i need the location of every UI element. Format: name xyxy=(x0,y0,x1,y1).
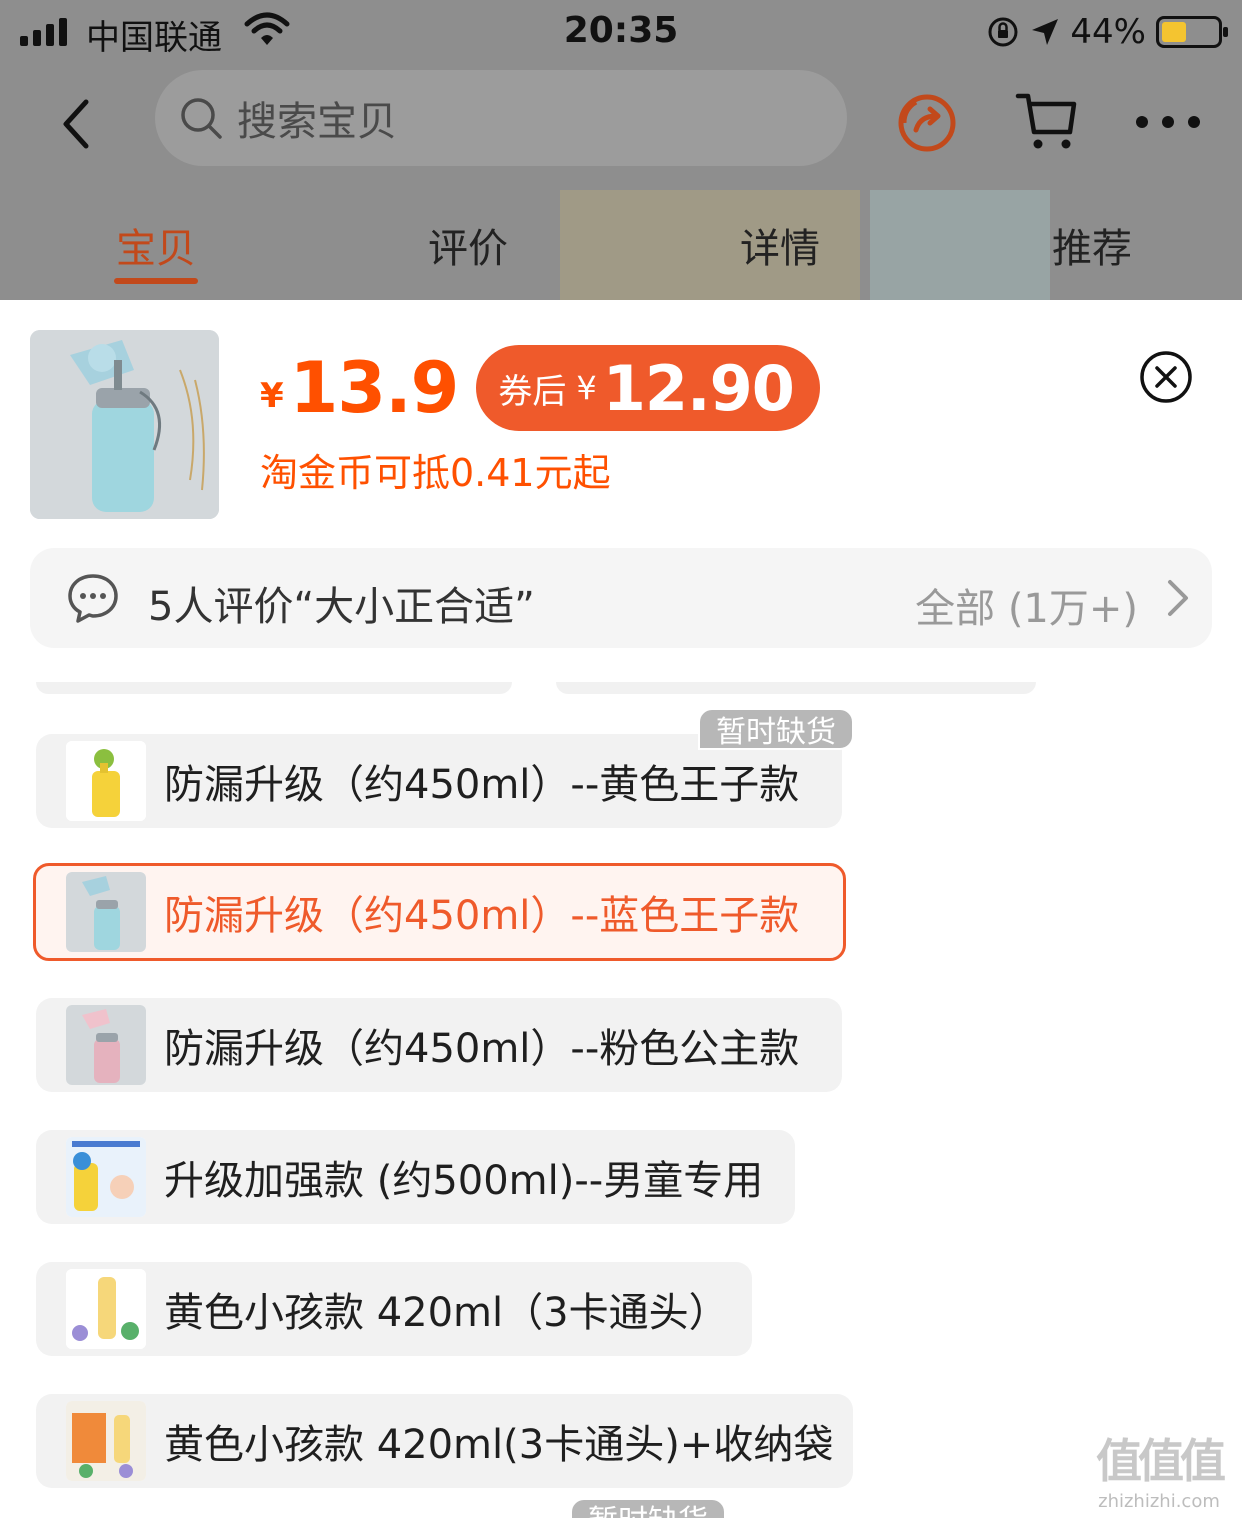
sku-label: 防漏升级（约450ml）--蓝色王子款 xyxy=(164,893,800,939)
sku-option[interactable]: 黄色小孩款 420ml(3卡通头)+收纳袋 xyxy=(36,1394,853,1488)
sku-thumbnail xyxy=(66,872,146,952)
battery-icon xyxy=(1156,16,1228,48)
coupon-price: 12.90 xyxy=(602,351,795,425)
review-summary-bar[interactable]: 5人评价“大小正合适” 全部 (1万+) xyxy=(30,548,1212,648)
sku-label: 黄色小孩款 420ml(3卡通头)+收纳袋 xyxy=(164,1422,834,1468)
search-placeholder: 搜索宝贝 xyxy=(237,99,397,145)
out-of-stock-badge: 暂时缺货 xyxy=(570,1498,726,1518)
dimmed-header-overlay: 中国联通 20:35 44% 搜索宝贝 宝贝 评价 详情 推荐 xyxy=(0,0,1242,300)
sku-thumbnail xyxy=(66,1137,146,1217)
search-input[interactable]: 搜索宝贝 xyxy=(155,70,847,166)
out-of-stock-badge: 暂时缺货 xyxy=(698,708,854,750)
sku-option-selected[interactable]: 防漏升级（约450ml）--蓝色王子款 xyxy=(33,863,846,961)
watermark-logo: 值值值 xyxy=(1096,1434,1226,1488)
product-bottle-illustration xyxy=(30,330,219,519)
sku-option-partial[interactable] xyxy=(36,682,512,694)
sku-option[interactable]: 防漏升级（约450ml）--粉色公主款 xyxy=(36,998,842,1092)
sku-selector-sheet: ¥ 13.9 券后 ¥ 12.90 淘金币可抵0.41元起 5人评价“大小正合适… xyxy=(0,300,1242,1518)
share-icon[interactable] xyxy=(894,90,960,156)
chat-bubble-icon xyxy=(68,574,118,623)
section-tabs: 宝贝 评价 详情 推荐 xyxy=(0,196,1242,300)
product-image[interactable] xyxy=(30,330,219,519)
sku-label: 升级加强款 (约500ml)--男童专用 xyxy=(164,1158,764,1204)
original-price: 13.9 xyxy=(289,347,460,429)
sku-option-partial[interactable] xyxy=(556,682,1036,694)
tab-reviews[interactable]: 评价 xyxy=(388,216,548,274)
site-watermark: 值值值 zhizhizhi.com xyxy=(1084,1425,1234,1512)
sku-label: 黄色小孩款 420ml（3卡通头） xyxy=(164,1290,729,1336)
sku-label: 防漏升级（约450ml）--粉色公主款 xyxy=(164,1026,800,1072)
tab-details[interactable]: 详情 xyxy=(700,216,860,274)
more-icon[interactable] xyxy=(1136,104,1200,140)
rotation-lock-icon xyxy=(988,17,1018,47)
search-icon xyxy=(181,98,222,139)
coin-discount-note: 淘金币可抵0.41元起 xyxy=(260,451,611,495)
currency-symbol: ¥ xyxy=(260,376,284,416)
battery-percent: 44% xyxy=(1070,12,1146,52)
coupon-price-badge: 券后 ¥ 12.90 xyxy=(476,345,820,431)
chevron-right-icon xyxy=(1168,580,1188,616)
top-nav-bar: 搜索宝贝 xyxy=(0,64,1242,184)
coupon-currency: ¥ xyxy=(576,369,597,407)
active-tab-indicator xyxy=(114,278,198,284)
status-bar: 中国联通 20:35 44% xyxy=(0,0,1242,64)
close-icon[interactable] xyxy=(1139,350,1193,404)
review-highlight-text: 5人评价“大小正合适” xyxy=(148,584,535,630)
tab-recommend[interactable]: 推荐 xyxy=(1012,216,1172,274)
sku-label: 防漏升级（约450ml）--黄色王子款 xyxy=(164,762,800,808)
coupon-label: 券后 xyxy=(498,371,567,412)
sku-option[interactable]: 升级加强款 (约500ml)--男童专用 xyxy=(36,1130,795,1224)
location-arrow-icon xyxy=(1032,19,1059,45)
price-row: ¥ 13.9 券后 ¥ 12.90 xyxy=(260,340,820,436)
sku-option[interactable]: 黄色小孩款 420ml（3卡通头） xyxy=(36,1262,752,1356)
tab-baobei[interactable]: 宝贝 xyxy=(76,216,236,274)
sku-thumbnail xyxy=(66,741,146,821)
cart-icon[interactable] xyxy=(1014,88,1080,154)
sku-thumbnail xyxy=(66,1401,146,1481)
back-icon[interactable] xyxy=(50,94,110,154)
all-reviews-link[interactable]: 全部 (1万+) xyxy=(915,576,1138,634)
watermark-url: zhizhizhi.com xyxy=(1098,1491,1220,1512)
sku-thumbnail xyxy=(66,1005,146,1085)
sku-thumbnail xyxy=(66,1269,146,1349)
